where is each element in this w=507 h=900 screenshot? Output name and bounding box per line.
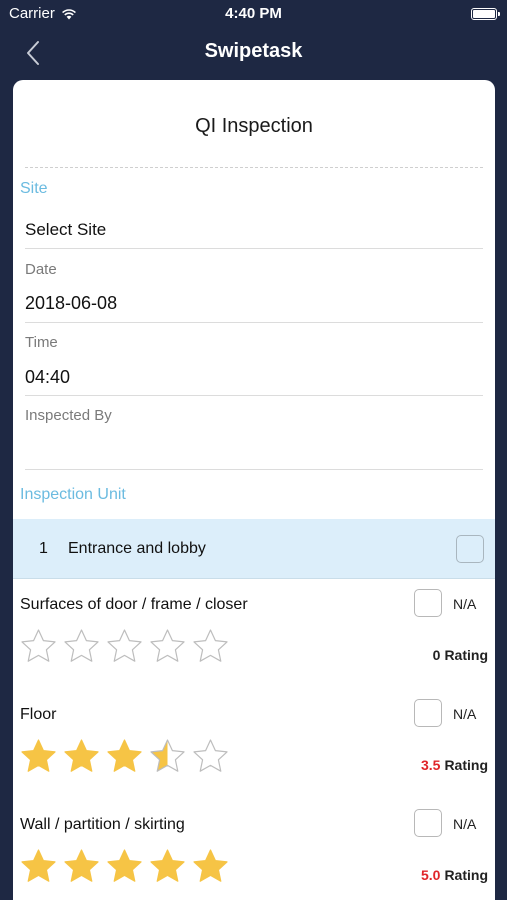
rating-value: 5.0: [420, 867, 441, 883]
star-icon[interactable]: [149, 848, 186, 885]
status-time: 4:40 PM: [225, 5, 282, 22]
divider: [25, 167, 483, 168]
inspected-by-label: Inspected By: [25, 407, 112, 424]
star-icon[interactable]: [149, 628, 186, 665]
star-icon[interactable]: [192, 848, 229, 885]
item-title: Surfaces of door / frame / closer: [20, 596, 248, 613]
divider: [25, 322, 483, 323]
rating-value: 0: [432, 647, 441, 663]
rating-suffix: Rating: [444, 757, 488, 773]
divider: [25, 395, 483, 396]
rating-text: 0 Rating: [433, 647, 488, 663]
star-rating[interactable]: [20, 628, 229, 665]
time-label: Time: [25, 334, 58, 351]
battery-icon: [471, 8, 500, 20]
na-checkbox[interactable]: [414, 809, 442, 837]
unit-number: 1: [39, 540, 48, 557]
navigation-bar: Swipetask: [0, 28, 507, 78]
inspection-item: Wall / partition / skirting N/A 5.0 Rating: [13, 800, 495, 900]
date-field[interactable]: 2018-06-08: [25, 293, 117, 314]
divider: [25, 248, 483, 249]
nav-title: Swipetask: [204, 40, 303, 62]
star-icon[interactable]: [192, 628, 229, 665]
star-icon[interactable]: [106, 848, 143, 885]
star-rating[interactable]: [20, 738, 229, 775]
na-checkbox[interactable]: [414, 589, 442, 617]
star-icon[interactable]: [106, 628, 143, 665]
form-title: QI Inspection: [195, 115, 313, 137]
rating-text: 3.5 Rating: [421, 757, 488, 773]
star-icon[interactable]: [20, 628, 57, 665]
star-icon[interactable]: [20, 848, 57, 885]
item-title: Floor: [20, 706, 57, 723]
site-select[interactable]: Select Site: [25, 220, 106, 240]
star-icon[interactable]: [63, 848, 100, 885]
na-label: N/A: [453, 596, 477, 612]
star-icon[interactable]: [63, 738, 100, 775]
rating-suffix: Rating: [444, 867, 488, 883]
star-icon[interactable]: [20, 738, 57, 775]
na-label: N/A: [453, 706, 477, 722]
inspection-unit-label: Inspection Unit: [20, 486, 126, 503]
na-label: N/A: [453, 816, 477, 832]
na-checkbox[interactable]: [414, 699, 442, 727]
inspection-item: Floor N/A 3.5 Rating: [13, 690, 495, 800]
divider: [25, 469, 483, 470]
time-field[interactable]: 04:40: [25, 367, 70, 388]
inspection-unit-row[interactable]: 1 Entrance and lobby: [13, 519, 495, 579]
rating-text: 5.0 Rating: [421, 867, 488, 883]
inspection-item: Surfaces of door / frame / closer N/A 0 Rat…: [13, 580, 495, 690]
inspection-form-card: QI Inspection Site Select Site Date 2018…: [13, 80, 495, 900]
rating-suffix: Rating: [444, 647, 488, 663]
item-title: Wall / partition / skirting: [20, 816, 185, 833]
star-rating[interactable]: [20, 848, 229, 885]
status-bar: Carrier 4:40 PM: [0, 0, 507, 28]
rating-value: 3.5: [420, 757, 441, 773]
date-label: Date: [25, 261, 57, 278]
star-icon[interactable]: [192, 738, 229, 775]
star-icon[interactable]: [106, 738, 143, 775]
star-icon[interactable]: [149, 738, 186, 775]
inspected-by-field[interactable]: [25, 436, 483, 466]
unit-checkbox[interactable]: [456, 535, 484, 563]
site-section-label: Site: [20, 180, 48, 197]
star-icon[interactable]: [63, 628, 100, 665]
unit-name: Entrance and lobby: [68, 540, 206, 557]
